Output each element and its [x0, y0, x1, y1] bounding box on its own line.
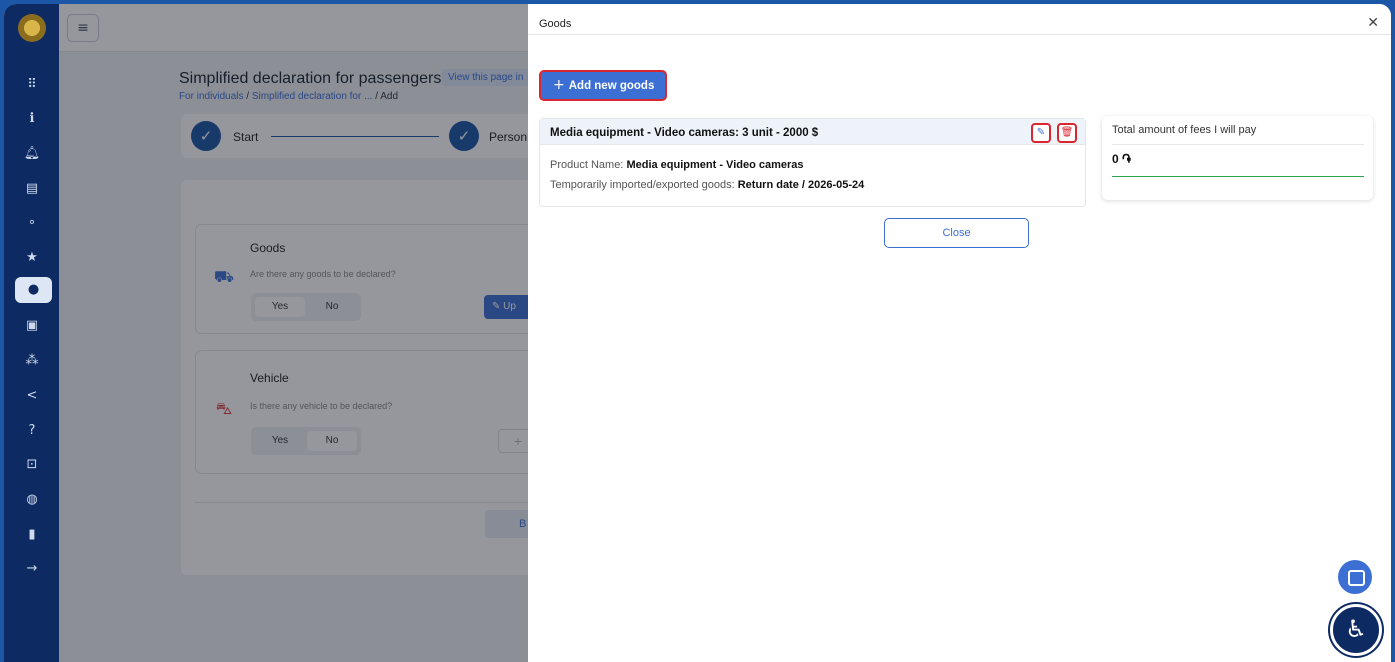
- star-icon[interactable]: ★: [20, 246, 44, 270]
- divider: [1112, 144, 1364, 145]
- close-icon[interactable]: ✕: [1367, 15, 1379, 31]
- stats-icon[interactable]: ▮: [20, 523, 44, 547]
- accessibility-icon[interactable]: ♿︎: [1330, 604, 1382, 656]
- apps-icon[interactable]: ⠿: [20, 73, 44, 97]
- info-icon[interactable]: ℹ: [20, 107, 44, 131]
- fees-summary-card: Total amount of fees I will pay 0 ֏: [1102, 116, 1373, 200]
- drawer-title: Goods: [539, 18, 572, 30]
- pencil-icon[interactable]: ✎: [1031, 123, 1051, 143]
- goods-drawer: Goods ✕ + Add new goods Media equipment -…: [528, 4, 1391, 662]
- add-new-goods-button[interactable]: + Add new goods: [539, 70, 667, 101]
- document-icon[interactable]: ▤: [20, 177, 44, 201]
- chat-icon[interactable]: ◍: [20, 488, 44, 512]
- goods-item-header: Media equipment - Video cameras: 3 unit …: [540, 119, 1085, 145]
- fees-label: Total amount of fees I will pay: [1112, 124, 1257, 136]
- sidebar: ⠿ ℹ 🔔︎ ▤ ∘ ★ ● ▣ ⁂ < ? ⊡ ◍ ▮ →: [4, 4, 59, 662]
- route-icon[interactable]: ∘: [20, 211, 44, 235]
- bell-icon[interactable]: 🔔︎: [20, 142, 44, 166]
- logo: [18, 14, 46, 42]
- temp-import-row: Temporarily imported/exported goods: Ret…: [550, 179, 865, 191]
- group-icon[interactable]: ⁂: [20, 349, 44, 373]
- share-icon[interactable]: <: [20, 384, 44, 408]
- goods-item-title: Media equipment - Video cameras: 3 unit …: [550, 127, 819, 139]
- fees-amount: 0 ֏: [1112, 152, 1131, 166]
- chat-widget-icon[interactable]: [1338, 560, 1372, 594]
- product-name-row: Product Name: Media equipment - Video ca…: [550, 159, 804, 171]
- goods-item-card: Media equipment - Video cameras: 3 unit …: [539, 118, 1086, 207]
- fees-underline: [1112, 176, 1364, 177]
- return-date-value: Return date / 2026-05-24: [737, 179, 865, 191]
- drawer-header: Goods ✕: [528, 4, 1391, 35]
- logout-icon[interactable]: →: [20, 557, 44, 581]
- plus-icon: +: [553, 77, 565, 93]
- briefcase-icon[interactable]: ▣: [20, 314, 44, 338]
- trash-icon[interactable]: 🗑︎: [1057, 123, 1077, 143]
- app-window: ⠿ ℹ 🔔︎ ▤ ∘ ★ ● ▣ ⁂ < ? ⊡ ◍ ▮ → ≡ Simplif…: [4, 4, 1391, 662]
- product-name-value: Media equipment - Video cameras: [626, 159, 804, 171]
- help-icon[interactable]: ?: [20, 419, 44, 443]
- lock-icon[interactable]: ⊡: [20, 453, 44, 477]
- close-button[interactable]: Close: [884, 218, 1029, 248]
- user-icon[interactable]: ●: [15, 277, 52, 303]
